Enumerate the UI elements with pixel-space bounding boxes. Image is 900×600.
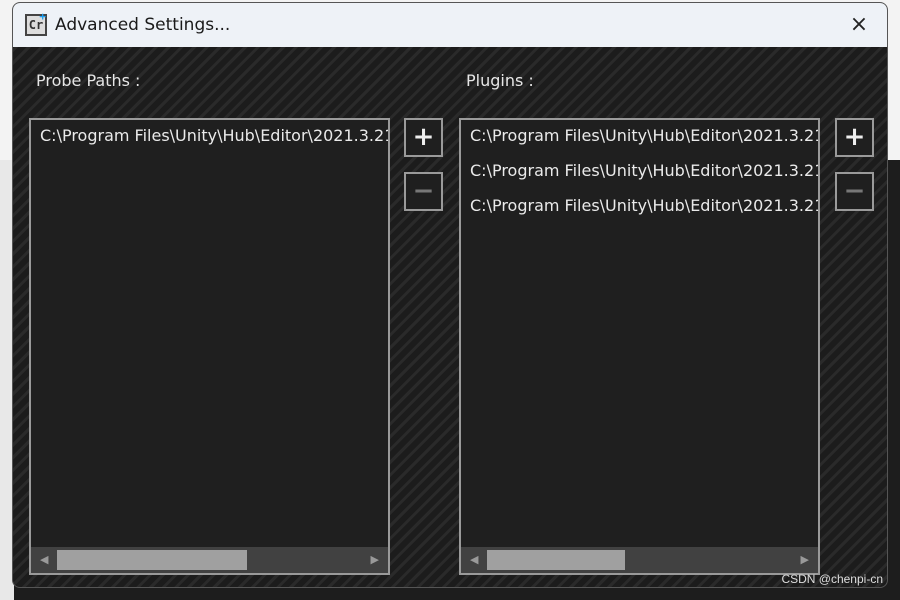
scroll-left-icon[interactable]: ◀ (40, 553, 48, 566)
close-icon[interactable]: × (845, 11, 873, 39)
horizontal-scrollbar[interactable]: ◀ ▶ (31, 547, 388, 573)
probe-paths-list[interactable]: C:\Program Files\Unity\Hub\Editor\2021.3… (29, 118, 390, 575)
add-plugin-button[interactable]: + (835, 118, 874, 157)
add-probe-path-button[interactable]: + (404, 118, 443, 157)
scroll-right-icon[interactable]: ▶ (801, 553, 809, 566)
plugins-label: Plugins : (466, 71, 534, 90)
list-item[interactable]: C:\Program Files\Unity\Hub\Editor\2021.3… (461, 155, 818, 190)
app-icon: Cr (25, 10, 47, 36)
list-item[interactable]: C:\Program Files\Unity\Hub\Editor\2021.3… (461, 120, 818, 155)
title-bar: Cr Advanced Settings... × (13, 3, 887, 47)
scroll-left-icon[interactable]: ◀ (470, 553, 478, 566)
probe-paths-label: Probe Paths : (36, 71, 141, 90)
list-item[interactable]: C:\Program Files\Unity\Hub\Editor\2021.3… (31, 120, 388, 155)
remove-plugin-button[interactable]: − (835, 172, 874, 211)
horizontal-scrollbar[interactable]: ◀ ▶ (461, 547, 818, 573)
scroll-thumb[interactable] (487, 550, 625, 570)
scroll-thumb[interactable] (57, 550, 247, 570)
advanced-settings-dialog: Cr Advanced Settings... × Probe Paths : … (12, 2, 888, 588)
watermark: CSDN @chenpi-cn (781, 572, 883, 586)
dialog-title: Advanced Settings... (55, 15, 231, 35)
scroll-right-icon[interactable]: ▶ (371, 553, 379, 566)
plugins-list[interactable]: C:\Program Files\Unity\Hub\Editor\2021.3… (459, 118, 820, 575)
remove-probe-path-button[interactable]: − (404, 172, 443, 211)
list-item[interactable]: C:\Program Files\Unity\Hub\Editor\2021.3… (461, 190, 818, 225)
